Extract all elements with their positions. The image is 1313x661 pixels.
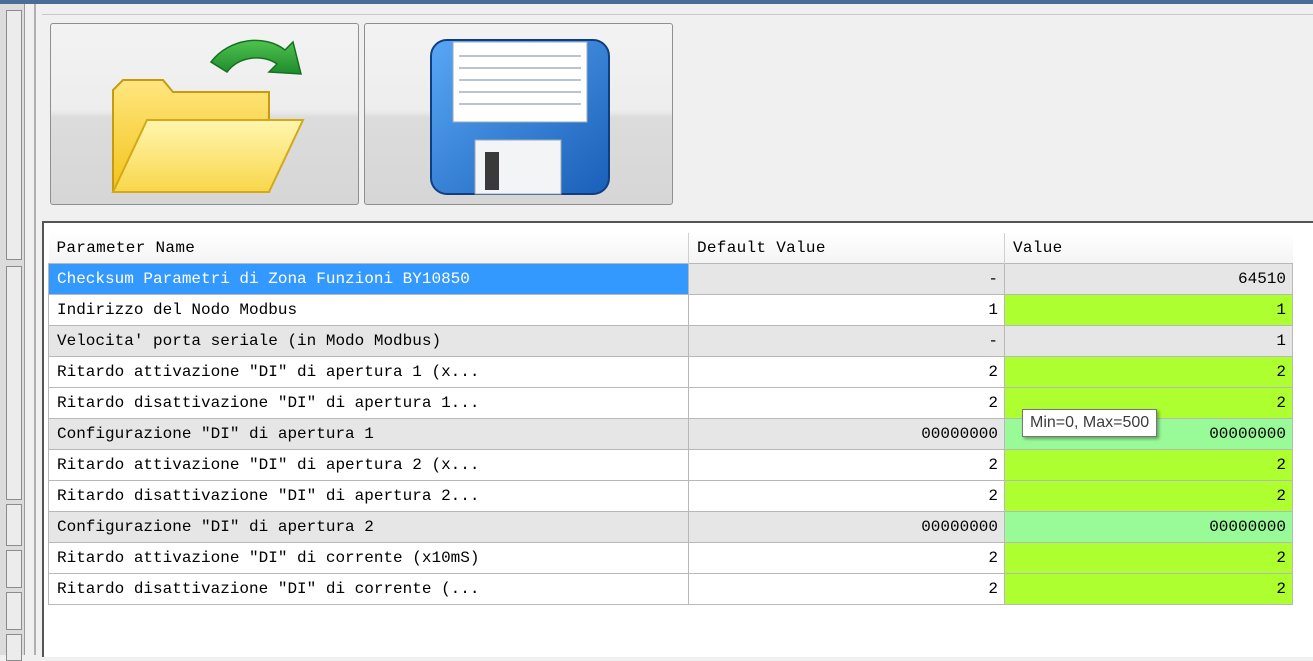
open-file-button[interactable] (50, 23, 359, 205)
value-range-tooltip: Min=0, Max=500 (1022, 409, 1158, 437)
default-value-cell: 2 (688, 573, 1005, 605)
left-panel-tab[interactable] (6, 550, 22, 588)
column-header-parameter-name[interactable]: Parameter Name (48, 233, 689, 264)
parameter-name-cell[interactable]: Indirizzo del Nodo Modbus (48, 294, 689, 326)
default-value-cell: 2 (688, 387, 1005, 419)
parameter-name-cell[interactable]: Configurazione "DI" di apertura 1 (48, 418, 689, 450)
window-top-border (0, 0, 1313, 4)
table-row[interactable]: Checksum Parametri di Zona Funzioni BY10… (48, 263, 1293, 295)
default-value-cell: - (688, 325, 1005, 357)
value-cell[interactable]: 1 (1004, 294, 1293, 326)
table-row[interactable]: Ritardo disattivazione "DI" di corrente … (48, 573, 1293, 605)
left-panel-tab[interactable] (6, 10, 22, 260)
parameter-name-cell[interactable]: Ritardo disattivazione "DI" di apertura … (48, 387, 689, 419)
table-row[interactable]: Ritardo attivazione "DI" di corrente (x1… (48, 542, 1293, 574)
left-panel-tab[interactable] (6, 504, 22, 546)
value-cell[interactable]: 64510 (1004, 263, 1293, 295)
table-row[interactable]: Indirizzo del Nodo Modbus 1 1 (48, 294, 1293, 326)
table-row[interactable]: Ritardo attivazione "DI" di apertura 1 (… (48, 356, 1293, 388)
value-cell[interactable]: 00000000 (1004, 511, 1293, 543)
default-value-cell: 2 (688, 356, 1005, 388)
default-value-cell: 2 (688, 542, 1005, 574)
table-header: Parameter Name Default Value Value (48, 233, 1293, 264)
parameter-name-cell[interactable]: Checksum Parametri di Zona Funzioni BY10… (48, 263, 689, 295)
left-panel-tab[interactable] (6, 266, 22, 500)
folder-open-icon (111, 39, 305, 193)
floppy-save-icon (430, 39, 610, 195)
save-file-button[interactable] (364, 23, 673, 205)
default-value-cell: 00000000 (688, 418, 1005, 450)
table-row[interactable]: Velocita' porta seriale (in Modo Modbus)… (48, 325, 1293, 357)
default-value-cell: 2 (688, 449, 1005, 481)
parameter-name-cell[interactable]: Velocita' porta seriale (in Modo Modbus) (48, 325, 689, 357)
value-cell[interactable]: 2 (1004, 542, 1293, 574)
parameter-grid: Parameter Name Default Value Value Check… (42, 221, 1313, 657)
default-value-cell: 2 (688, 480, 1005, 512)
default-value-cell: 1 (688, 294, 1005, 326)
parameter-name-cell[interactable]: Ritardo attivazione "DI" di apertura 2 (… (48, 449, 689, 481)
value-cell[interactable]: 2 (1004, 480, 1293, 512)
splitter[interactable] (34, 4, 36, 655)
column-header-value[interactable]: Value (1004, 233, 1293, 264)
default-value-cell: - (688, 263, 1005, 295)
left-side-panel (0, 4, 25, 661)
toolbar (42, 14, 1313, 211)
parameter-name-cell[interactable]: Ritardo disattivazione "DI" di apertura … (48, 480, 689, 512)
table-row[interactable]: Ritardo disattivazione "DI" di apertura … (48, 480, 1293, 512)
parameter-name-cell[interactable]: Ritardo disattivazione "DI" di corrente … (48, 573, 689, 605)
value-cell[interactable]: 2 (1004, 449, 1293, 481)
value-cell[interactable]: 2 (1004, 573, 1293, 605)
left-panel-tab[interactable] (6, 592, 22, 630)
column-header-default-value[interactable]: Default Value (688, 233, 1005, 264)
default-value-cell: 00000000 (688, 511, 1005, 543)
value-cell[interactable]: 1 (1004, 325, 1293, 357)
parameter-name-cell[interactable]: Configurazione "DI" di apertura 2 (48, 511, 689, 543)
value-cell[interactable]: 2 (1004, 356, 1293, 388)
parameter-name-cell[interactable]: Ritardo attivazione "DI" di corrente (x1… (48, 542, 689, 574)
table-row[interactable]: Configurazione "DI" di apertura 2 000000… (48, 511, 1293, 543)
parameter-name-cell[interactable]: Ritardo attivazione "DI" di apertura 1 (… (48, 356, 689, 388)
table-row[interactable]: Ritardo attivazione "DI" di apertura 2 (… (48, 449, 1293, 481)
left-panel-tab[interactable] (6, 634, 22, 661)
